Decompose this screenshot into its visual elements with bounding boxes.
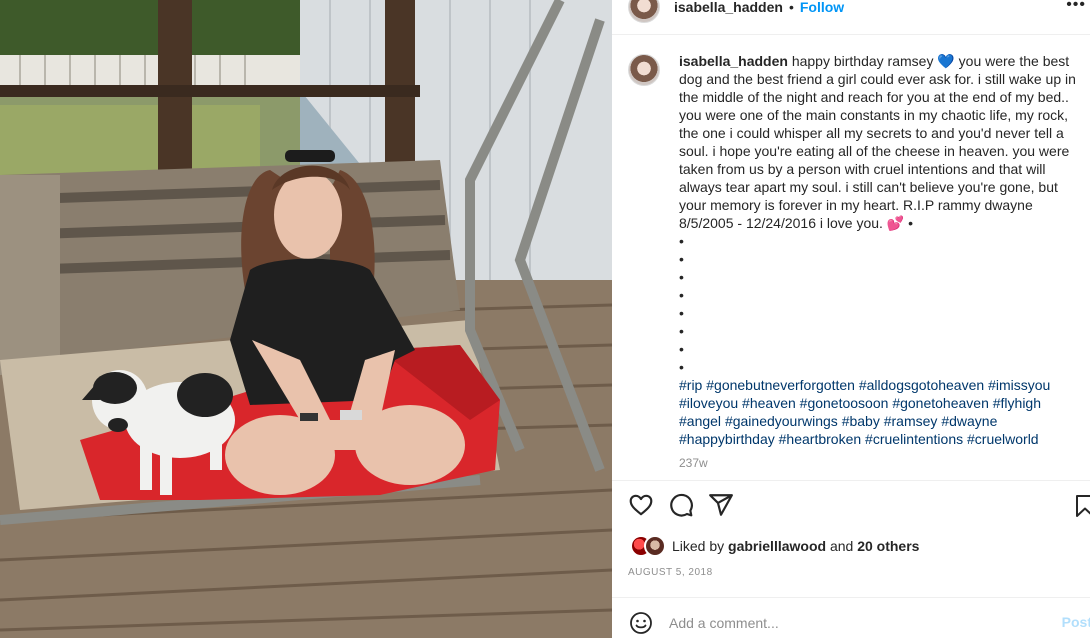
bullet: •	[679, 287, 684, 303]
caption-text: happy birthday ramsey 💙 you were the bes…	[679, 53, 1080, 231]
likes-summary: Liked by gabrielllawood and 20 others	[630, 535, 919, 557]
comment-icon[interactable]	[668, 492, 694, 518]
likes-others-link[interactable]: 20 others	[857, 538, 919, 554]
post-comment-button[interactable]: Post	[1062, 614, 1090, 630]
hashtag[interactable]: #gonebutneverforgotten	[706, 377, 855, 393]
bullet: •	[679, 359, 684, 375]
bullet: •	[679, 323, 684, 339]
hashtag[interactable]: #gonetoheaven	[892, 395, 989, 411]
bullet: •	[679, 251, 684, 267]
hashtag[interactable]: #flyhigh	[993, 395, 1041, 411]
caption-username[interactable]: isabella_hadden	[679, 53, 788, 69]
author-username[interactable]: isabella_hadden	[674, 0, 783, 15]
hashtag[interactable]: #gainedyourwings	[725, 413, 838, 429]
hashtag[interactable]: #heaven	[742, 395, 796, 411]
smiley-icon[interactable]	[629, 611, 653, 635]
post-detail-panel: isabella_hadden • Follow ••• isabella_ha…	[612, 0, 1090, 638]
hashtag[interactable]: #dwayne	[941, 413, 997, 429]
liker-username[interactable]: gabrielllawood	[728, 538, 826, 554]
author-avatar[interactable]	[628, 0, 660, 23]
bullet: •	[679, 305, 684, 321]
caption-block: isabella_hadden happy birthday ramsey 💙 …	[628, 52, 1090, 472]
hashtag[interactable]: #alldogsgotoheaven	[859, 377, 984, 393]
hashtag[interactable]: #iloveyou	[679, 395, 738, 411]
hashtag[interactable]: #rip	[679, 377, 702, 393]
hashtag[interactable]: #cruelworld	[967, 431, 1039, 447]
post-header: isabella_hadden • Follow •••	[612, 0, 1090, 28]
hashtags: #rip #gonebutneverforgotten #alldogsgoto…	[679, 376, 1084, 448]
likes-text: Liked by gabrielllawood and 20 others	[672, 538, 919, 554]
hashtag[interactable]: #imissyou	[988, 377, 1050, 393]
bullet: •	[679, 233, 684, 249]
hashtag[interactable]: #happybirthday	[679, 431, 775, 447]
post-photo[interactable]	[0, 0, 612, 638]
hashtag[interactable]: #angel	[679, 413, 721, 429]
hashtag[interactable]: #cruelintentions	[865, 431, 963, 447]
bookmark-icon[interactable]	[1074, 494, 1090, 518]
share-icon[interactable]	[708, 492, 734, 518]
bullet: •	[679, 341, 684, 357]
hashtag[interactable]: #baby	[842, 413, 880, 429]
bullet: •	[679, 269, 684, 285]
post-photo-illustration	[0, 0, 612, 638]
likes-middle: and	[826, 538, 858, 554]
comment-bar: Post	[612, 605, 1090, 638]
caption-bullets: • • • • • • • •	[679, 232, 1084, 376]
caption-avatar[interactable]	[628, 54, 660, 86]
liker-avatar[interactable]	[644, 535, 666, 557]
hashtag[interactable]: #ramsey	[884, 413, 938, 429]
post-date: AUGUST 5, 2018	[628, 567, 713, 578]
comment-divider	[612, 597, 1090, 598]
comment-input[interactable]	[669, 615, 1029, 631]
follow-button[interactable]: Follow	[800, 0, 844, 15]
caption: isabella_hadden happy birthday ramsey 💙 …	[679, 52, 1084, 472]
header-divider	[612, 34, 1090, 35]
caption-time-ago: 237w	[679, 456, 708, 470]
action-bar	[628, 492, 748, 518]
heart-icon[interactable]	[628, 492, 654, 518]
hashtag[interactable]: #gonetoosoon	[800, 395, 889, 411]
likes-prefix: Liked by	[672, 538, 729, 554]
actions-divider	[612, 480, 1090, 481]
hashtag[interactable]: #heartbroken	[779, 431, 862, 447]
more-options-icon[interactable]: •••	[1066, 0, 1086, 14]
header-separator: •	[788, 0, 794, 15]
